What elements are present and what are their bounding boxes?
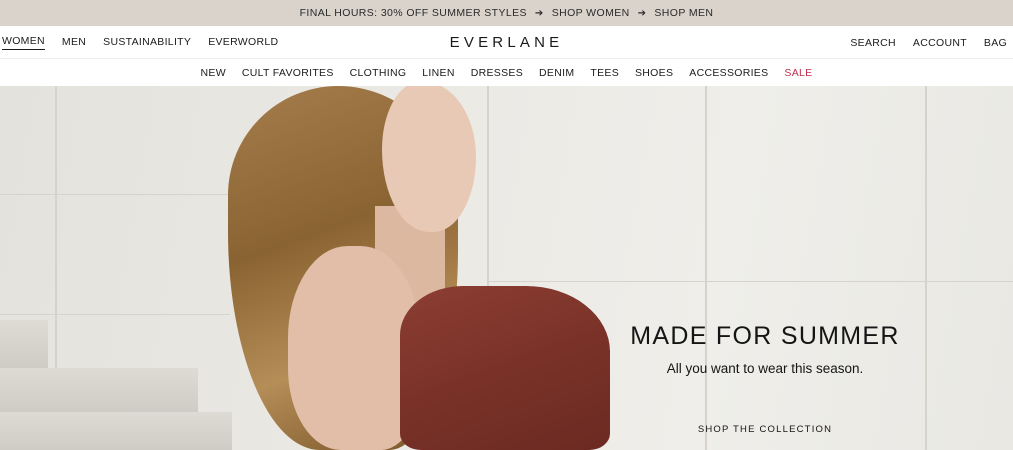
- category-nav: NEW CULT FAVORITES CLOTHING LINEN DRESSE…: [0, 59, 1013, 86]
- stone-step: [0, 412, 232, 450]
- shop-women-link[interactable]: SHOP WOMEN: [552, 7, 630, 19]
- bag-link[interactable]: BAG: [984, 37, 1007, 49]
- shop-collection-link[interactable]: SHOP THE COLLECTION: [600, 424, 930, 435]
- category-dresses[interactable]: DRESSES: [471, 67, 523, 79]
- primary-nav: WOMEN MEN SUSTAINABILITY EVERWORLD: [2, 26, 295, 59]
- promo-banner: FINAL HOURS: 30% OFF SUMMER STYLES ➔ SHO…: [0, 0, 1013, 26]
- logo[interactable]: EVERLANE: [450, 34, 564, 51]
- category-tees[interactable]: TEES: [590, 67, 619, 79]
- wall-seam: [0, 194, 260, 195]
- hero-copy: MADE FOR SUMMER All you want to wear thi…: [600, 322, 930, 376]
- account-link[interactable]: ACCOUNT: [913, 37, 967, 49]
- shop-men-link[interactable]: SHOP MEN: [654, 7, 713, 19]
- utility-nav: SEARCH ACCOUNT BAG: [833, 26, 1007, 59]
- category-cult-favorites[interactable]: CULT FAVORITES: [242, 67, 334, 79]
- nav-men[interactable]: MEN: [62, 36, 86, 50]
- stone-step: [0, 320, 48, 368]
- search-link[interactable]: SEARCH: [850, 37, 896, 49]
- arrow-right-icon: ➔: [534, 7, 544, 19]
- category-shoes[interactable]: SHOES: [635, 67, 673, 79]
- category-denim[interactable]: DENIM: [539, 67, 574, 79]
- nav-women[interactable]: WOMEN: [2, 35, 45, 50]
- model-dress: [400, 286, 610, 450]
- wall-seam: [0, 314, 230, 315]
- site-header: WOMEN MEN SUSTAINABILITY EVERWORLD EVERL…: [0, 26, 1013, 59]
- nav-sustainability[interactable]: SUSTAINABILITY: [103, 36, 191, 50]
- nav-everworld[interactable]: EVERWORLD: [208, 36, 278, 50]
- wall-seam: [705, 86, 707, 450]
- promo-text: FINAL HOURS: 30% OFF SUMMER STYLES: [299, 7, 527, 19]
- wall-seam: [488, 281, 1013, 282]
- hero-title: MADE FOR SUMMER: [630, 322, 900, 350]
- stone-step: [0, 368, 198, 412]
- hero-banner[interactable]: MADE FOR SUMMER All you want to wear thi…: [0, 86, 1013, 450]
- category-accessories[interactable]: ACCESSORIES: [689, 67, 768, 79]
- arrow-right-icon: ➔: [637, 7, 647, 19]
- category-clothing[interactable]: CLOTHING: [350, 67, 407, 79]
- wall-seam: [925, 86, 927, 450]
- category-sale[interactable]: SALE: [784, 67, 812, 79]
- category-new[interactable]: NEW: [201, 67, 226, 79]
- category-linen[interactable]: LINEN: [422, 67, 454, 79]
- hero-subtitle: All you want to wear this season.: [666, 361, 864, 376]
